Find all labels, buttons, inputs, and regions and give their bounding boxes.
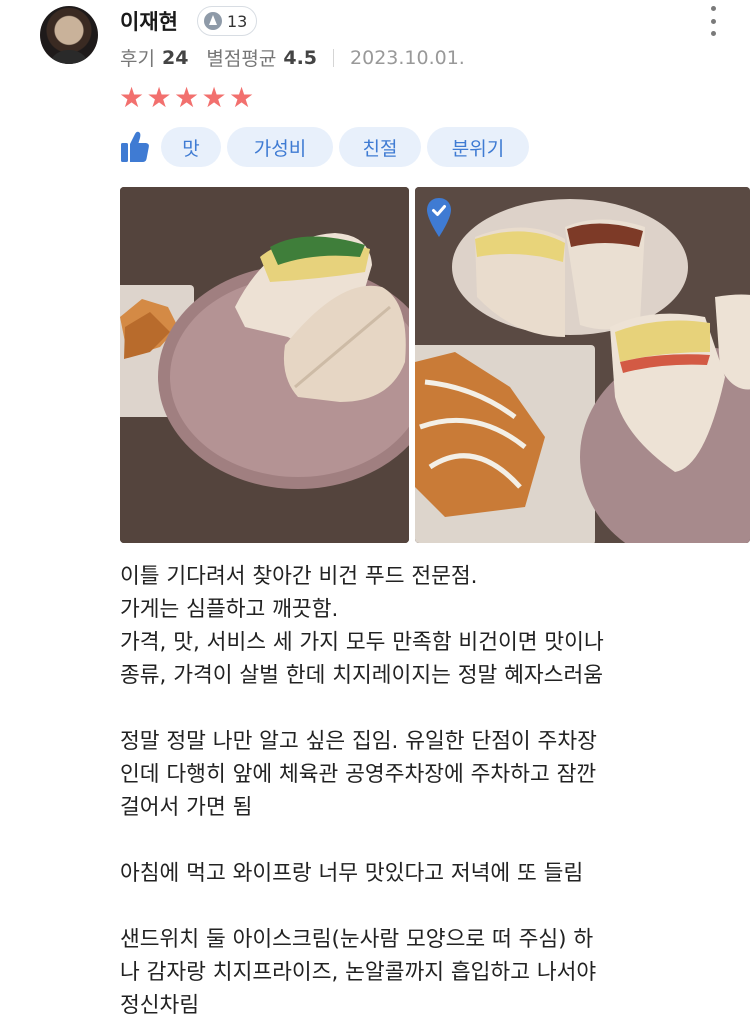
- tag-chip[interactable]: 가성비: [227, 127, 333, 167]
- review-blank-line: [120, 692, 730, 725]
- more-options-button[interactable]: [700, 4, 726, 38]
- review-text-line: 인데 다행히 앞에 체육관 공영주차장에 주차하고 잠깐: [120, 762, 597, 787]
- reviewer-name[interactable]: 이재현: [120, 6, 178, 36]
- reviewer-avatar[interactable]: [40, 6, 98, 64]
- verified-pin: [426, 197, 452, 239]
- tag-chip[interactable]: 분위기: [427, 127, 529, 167]
- review-tags: 맛 가성비 친절 분위기: [120, 127, 535, 167]
- review-date: 2023.10.01.: [350, 46, 465, 69]
- vertical-ellipsis-icon: [710, 6, 716, 11]
- average-rating-label: 별점평균: [206, 48, 277, 70]
- level-number: 13: [227, 11, 248, 31]
- review-blank-line: [120, 824, 730, 857]
- review-text-line: 정신차림: [120, 993, 200, 1018]
- tag-chip[interactable]: 친절: [339, 127, 421, 167]
- meta-divider: [333, 48, 335, 67]
- star-icon: ★: [174, 81, 200, 114]
- star-icon: ★: [229, 81, 255, 114]
- review-text-line: 가격, 맛, 서비스 세 가지 모두 만족함 비건이면 맛이나: [120, 630, 604, 655]
- tag-chip[interactable]: 맛: [161, 127, 221, 167]
- review-count: 24: [161, 46, 189, 69]
- review-body: 이틀 기다려서 찾아간 비건 푸드 전문점. 가게는 심플하고 깨끗함. 가격, 맛…: [120, 560, 730, 1022]
- level-badge: 13: [197, 6, 258, 36]
- review-text-line: 가게는 심플하고 깨끗함.: [120, 597, 339, 622]
- review-text-line: 걸어서 가면 됨: [120, 795, 253, 820]
- review-text-line: 샌드위치 둘 아이스크림(눈사람 모양으로 떠 주심) 하: [120, 927, 594, 952]
- level-triangle-icon: [204, 12, 222, 30]
- review-text-line: 이틀 기다려서 찾아간 비건 푸드 전문점.: [120, 564, 478, 589]
- review-text-line: 종류, 가격이 살벌 한데 치지레이지는 정말 혜자스러움: [120, 663, 604, 688]
- map-pin-check-icon: [427, 198, 451, 237]
- review-text-line: 나 감자랑 치지프라이즈, 논알콜까지 흡입하고 나서야: [120, 960, 597, 985]
- thumbs-up-icon: [120, 129, 150, 165]
- review-count-label: 후기: [120, 48, 155, 70]
- star-icon: ★: [146, 81, 172, 114]
- review-photo-2[interactable]: [415, 187, 750, 543]
- star-rating: ★ ★ ★ ★ ★: [119, 82, 257, 114]
- average-rating: 4.5: [283, 46, 318, 69]
- review-blank-line: [120, 890, 730, 923]
- review-text-line: 아침에 먹고 와이프랑 너무 맛있다고 저녁에 또 들림: [120, 861, 584, 886]
- review-photo-1[interactable]: [120, 187, 409, 543]
- review-text-line: 정말 정말 나만 알고 싶은 집임. 유일한 단점이 주차장: [120, 729, 597, 754]
- reviewer-meta: 후기 24 별점평균 4.5 2023.10.01.: [120, 44, 465, 71]
- star-icon: ★: [201, 81, 227, 114]
- star-icon: ★: [119, 81, 145, 114]
